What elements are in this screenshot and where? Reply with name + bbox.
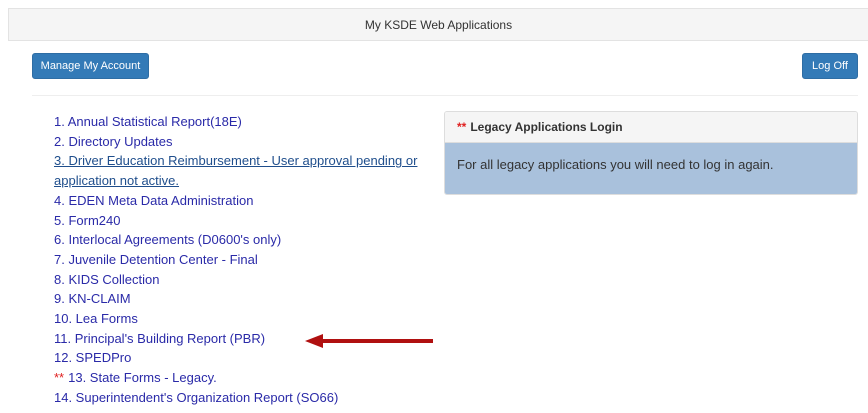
app-link-spedpro[interactable]: 12. SPEDPro — [54, 348, 434, 368]
log-off-button[interactable]: Log Off — [802, 53, 858, 79]
legacy-marker: ** — [457, 120, 467, 134]
page-title: My KSDE Web Applications — [364, 17, 513, 32]
panel-title: Legacy Applications Login — [470, 120, 623, 134]
app-link-lea-forms[interactable]: 10. Lea Forms — [54, 309, 434, 329]
legacy-login-panel: ** Legacy Applications Login For all leg… — [444, 111, 858, 195]
app-link-driver-education[interactable]: 3. Driver Education Reimbursement - User… — [54, 151, 434, 190]
divider — [32, 95, 858, 96]
panel-body: For all legacy applications you will nee… — [445, 143, 857, 194]
legacy-marker: ** — [54, 370, 65, 386]
page-header: My KSDE Web Applications — [8, 8, 868, 41]
app-link-kids-collection[interactable]: 8. KIDS Collection — [54, 270, 434, 290]
left-arrow-icon — [305, 334, 433, 348]
app-link-kn-claim[interactable]: 9. KN-CLAIM — [54, 289, 434, 309]
panel-message: For all legacy applications you will nee… — [457, 157, 774, 172]
app-link-superintendents-org-report[interactable]: 14. Superintendent's Organization Report… — [54, 388, 434, 408]
app-link-interlocal-agreements[interactable]: 6. Interlocal Agreements (D0600's only) — [54, 230, 434, 250]
app-link-directory-updates[interactable]: 2. Directory Updates — [54, 132, 434, 152]
app-link-juvenile-detention-center[interactable]: 7. Juvenile Detention Center - Final — [54, 250, 434, 270]
application-list: 1. Annual Statistical Report(18E) 2. Dir… — [54, 112, 434, 408]
panel-heading: ** Legacy Applications Login — [445, 112, 857, 143]
app-link-annual-statistical-report[interactable]: 1. Annual Statistical Report(18E) — [54, 112, 434, 132]
app-link-eden-meta-data[interactable]: 4. EDEN Meta Data Administration — [54, 191, 434, 211]
manage-account-button[interactable]: Manage My Account — [32, 53, 149, 79]
app-link-state-forms-legacy[interactable]: ** 13. State Forms - Legacy. — [54, 368, 434, 388]
app-link-form240[interactable]: 5. Form240 — [54, 211, 434, 231]
